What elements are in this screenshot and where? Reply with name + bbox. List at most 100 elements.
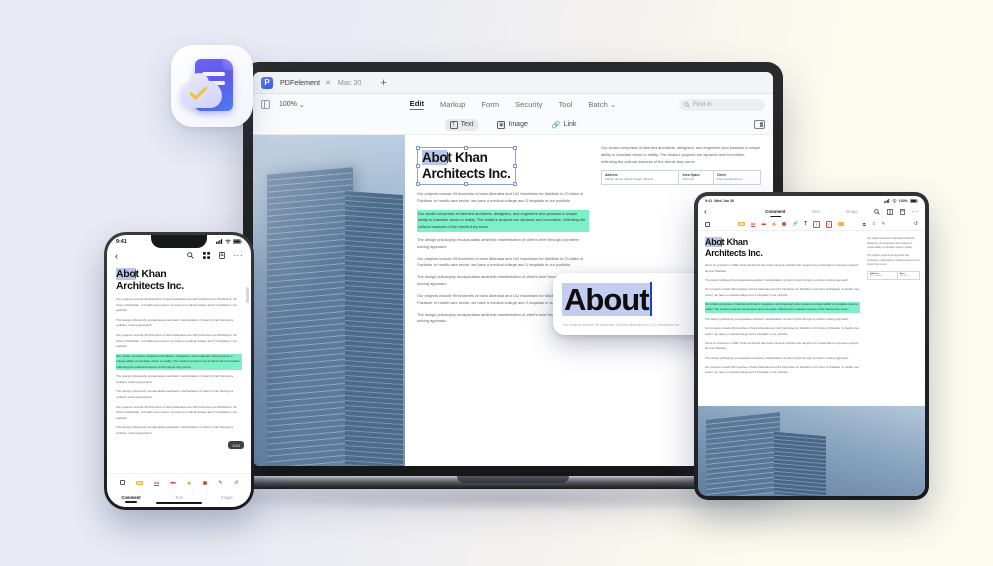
subtool-text[interactable]: T Text <box>444 118 479 131</box>
chevron-down-icon: ⌄ <box>609 100 617 109</box>
menu-item-tool[interactable]: Tool <box>558 100 572 109</box>
thumbnails-icon[interactable] <box>886 208 893 215</box>
ipad-document-table: Address Manar House Area 940 sq ft <box>867 270 921 280</box>
signature-icon[interactable]: ✍ <box>187 481 191 485</box>
menu-item-security[interactable]: Security <box>515 100 542 109</box>
ipad-nav-bar: ‹ Comment Text Image ··· <box>698 205 925 218</box>
title-rest: t Khan <box>447 150 488 165</box>
page-icon[interactable] <box>218 252 225 259</box>
menu-item-edit[interactable]: Edit <box>409 99 424 110</box>
subtool-link[interactable]: 🔗 Link <box>547 119 582 131</box>
menu-item-form[interactable]: Form <box>481 100 499 109</box>
battery-icon <box>233 239 242 244</box>
zoom-control[interactable]: 100% ⌄ <box>279 101 305 109</box>
note-icon[interactable] <box>838 222 845 226</box>
wifi-icon <box>892 198 897 203</box>
doc-paragraph: Our projects include 99 branches of bank… <box>417 255 583 268</box>
search-icon[interactable] <box>186 252 194 259</box>
ios-tab-comment[interactable]: Comment <box>107 495 155 500</box>
tab-pdfelement[interactable]: PDFelement ✕ <box>280 78 331 87</box>
page-fold-glyph <box>222 59 233 70</box>
mode-menu: Edit Markup Form Security Tool Batch ⌄ <box>409 99 616 110</box>
link-icon[interactable]: 🔗 <box>792 221 798 227</box>
ipad-paragraph: Our projects include 99 branches of bank… <box>705 365 860 375</box>
ios-markup-tools: Aa Aa Aa ✍ ✎ ↺ <box>107 474 251 491</box>
link-icon: 🔗 <box>551 121 561 129</box>
highlight-icon[interactable]: Aa <box>738 222 745 226</box>
underline-icon[interactable]: Aa <box>153 480 160 486</box>
table-row: Address Manar House, Beach Road, Karachi… <box>600 170 762 185</box>
status-time: 9:41 <box>116 238 127 245</box>
underline-icon[interactable]: Aa <box>750 222 756 227</box>
ios-paragraph: Our projects include 99 branches of bank… <box>116 297 238 313</box>
subtool-image-label: Image <box>508 121 528 128</box>
tab-label: Mac 30 <box>337 78 362 87</box>
share-icon[interactable]: ⇪ <box>872 221 876 227</box>
iphone-screen: 9:41 ‹ ··· Abot Khan Architects Inc. Our… <box>107 235 251 507</box>
menu-item-markup[interactable]: Markup <box>440 100 465 109</box>
home-indicator <box>156 501 202 504</box>
magnified-caret <box>649 282 652 316</box>
ipad-tab-text[interactable]: Text <box>811 209 819 214</box>
search-icon[interactable] <box>874 208 880 215</box>
ipad-paragraph: The design philosophy encapsulates aesth… <box>705 316 850 321</box>
status-date: Wed Jun 30 <box>714 198 735 203</box>
edit-subtoolbar: T Text ▣ Image 🔗 Link <box>253 115 773 135</box>
pen-icon[interactable]: ✎ <box>218 480 222 486</box>
edit-icon[interactable]: ✎ <box>882 221 886 227</box>
highlight-icon[interactable]: Aa <box>136 480 143 485</box>
title-line2: Architects Inc. <box>705 247 763 258</box>
page-icon[interactable] <box>899 208 905 215</box>
subtool-image[interactable]: ▣ Image <box>492 119 532 131</box>
ios-tab-text[interactable]: Text <box>155 495 203 500</box>
tab-mac30[interactable]: Mac 30 <box>338 78 362 87</box>
menu-item-batch[interactable]: Batch ⌄ <box>588 100 616 109</box>
search-placeholder: Find in <box>693 101 712 108</box>
stamp-icon[interactable] <box>202 480 207 485</box>
ipad-document[interactable]: Abot Khan Architects Inc. Since its ince… <box>698 231 925 496</box>
ios-tab-image[interactable]: Image <box>203 495 251 500</box>
ipad-tab-comment[interactable]: Comment <box>765 209 785 214</box>
stamp-icon[interactable] <box>782 222 787 226</box>
selected-text-box[interactable]: Abot Khan Architects Inc. <box>415 145 518 187</box>
thumbnails-icon[interactable] <box>202 252 210 259</box>
ipad-tab-image[interactable]: Image <box>846 209 858 214</box>
textbox-icon[interactable]: T <box>813 220 820 228</box>
more-icon[interactable]: ··· <box>234 251 244 260</box>
doc-paragraph: The design philosophy encapsulates aesth… <box>417 236 580 249</box>
callout-icon[interactable]: T <box>825 220 833 228</box>
close-icon[interactable]: ✕ <box>325 79 331 87</box>
ios-paragraph: Our projects include 99 branches of bank… <box>116 404 238 420</box>
undo-icon[interactable]: ↺ <box>914 221 918 227</box>
strikethrough-icon[interactable]: Aa <box>761 222 766 226</box>
page-indicator-badge: 2/24 <box>228 441 244 449</box>
search-input[interactable]: Find in <box>679 98 765 111</box>
crop-icon[interactable]: ⧉ <box>863 222 866 227</box>
sidebar-icon[interactable] <box>261 100 270 109</box>
signature-icon[interactable]: ✍ <box>772 222 776 226</box>
more-icon[interactable]: ··· <box>912 209 919 215</box>
back-icon[interactable]: ‹ <box>115 251 118 261</box>
select-icon[interactable] <box>705 221 710 227</box>
subtool-link-label: Link <box>563 121 577 128</box>
text-icon[interactable]: T <box>804 221 807 227</box>
undo-icon[interactable]: ↺ <box>234 480 238 486</box>
laptop-notch <box>457 476 569 483</box>
ipad-paragraph: Our studio comprises of talented archite… <box>867 237 916 250</box>
new-tab-button[interactable]: + <box>380 77 386 89</box>
doc-paragraph: Our studio comprises of talented archite… <box>601 145 761 164</box>
title-line2: Architects Inc. <box>422 165 511 181</box>
ipad-paragraph: Our projects include 99 branches of bank… <box>705 287 860 297</box>
scrollbar[interactable] <box>246 287 249 303</box>
ipad-paragraph: Since its inception in 1992, Khan Archit… <box>705 263 859 273</box>
signal-icon <box>883 198 889 203</box>
main-toolbar: 100% ⌄ Edit Markup Form Security Tool Ba… <box>253 94 773 115</box>
right-panel-icon[interactable] <box>754 120 765 129</box>
back-icon[interactable]: ‹ <box>704 207 707 216</box>
title-rest: t Khan <box>721 237 749 247</box>
pdfelement-app-icon[interactable] <box>171 45 253 127</box>
ipad-paragraph: Our projects include 99 branches of bank… <box>705 326 860 336</box>
select-icon[interactable] <box>119 480 125 485</box>
check-icon <box>190 87 207 100</box>
strikethrough-icon[interactable]: Aa <box>171 480 176 485</box>
